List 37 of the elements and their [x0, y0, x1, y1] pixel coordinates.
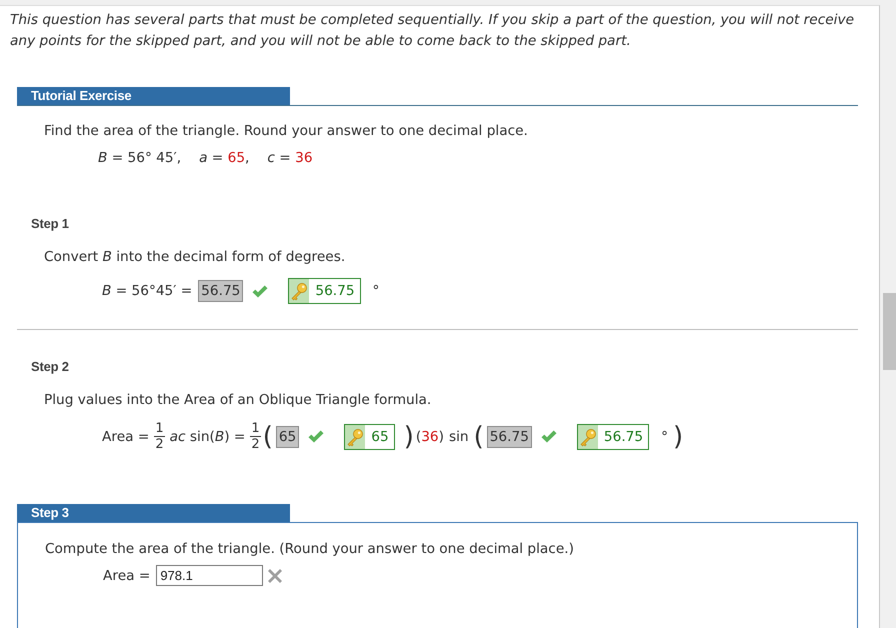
answer-box[interactable]: 65	[276, 426, 300, 448]
given-value: c = 36	[267, 149, 313, 168]
question-prompt: Plug values into the Area of an Oblique Triangle formula.	[44, 391, 432, 410]
equation-text: ac sin(B) =	[170, 428, 246, 446]
section-header: Step 3	[17, 504, 290, 522]
key-icon	[578, 424, 598, 448]
given-value: a = 65,	[199, 149, 250, 168]
answer-field[interactable]: 978.1	[156, 565, 264, 586]
equation-text: sin	[448, 428, 469, 446]
solution-value: 56.75	[602, 428, 644, 446]
parenthesis: )	[404, 422, 414, 452]
equation-text: °	[661, 428, 668, 446]
solution-value: 65	[370, 428, 390, 446]
fraction: 1 2	[250, 421, 261, 452]
step-label: Step 1	[31, 215, 69, 233]
scrollbar-thumb[interactable]	[883, 293, 896, 370]
equation-text: B = 56°45′ =	[102, 282, 192, 301]
key-icon	[289, 279, 310, 303]
question-prompt: Find the area of the triangle. Round your answer to one decimal place.	[44, 122, 528, 141]
parenthesis: (	[262, 422, 273, 452]
key-icon	[345, 424, 366, 448]
given-value: (36)	[416, 428, 444, 446]
answer-box[interactable]: 56.75	[198, 280, 244, 302]
step-label: Step 2	[31, 358, 69, 376]
fraction: 1 2	[154, 421, 165, 452]
equation-text: Area =	[103, 566, 150, 586]
parenthesis: )	[672, 422, 684, 452]
equation-text: °	[372, 282, 380, 301]
parenthesis: (	[474, 422, 484, 452]
section-header: Tutorial Exercise	[17, 87, 290, 105]
equation-text: Area =	[102, 428, 150, 446]
question-prompt: Compute the area of the triangle. (Round your answer to one decimal place.)	[45, 540, 574, 559]
answer-box[interactable]: 56.75	[486, 426, 532, 448]
question-prompt: Convert B into the decimal form of degrees.	[44, 248, 346, 267]
instructions-text: This question has several parts that must be completed sequentially. If you skip a part of the question, you will not receive any points for the skipped part, and you will not be able to come back to the skipped part.	[10, 11, 855, 51]
equation-text: B = 56° 45′,	[98, 149, 182, 168]
solution-value: 56.75	[314, 282, 356, 301]
